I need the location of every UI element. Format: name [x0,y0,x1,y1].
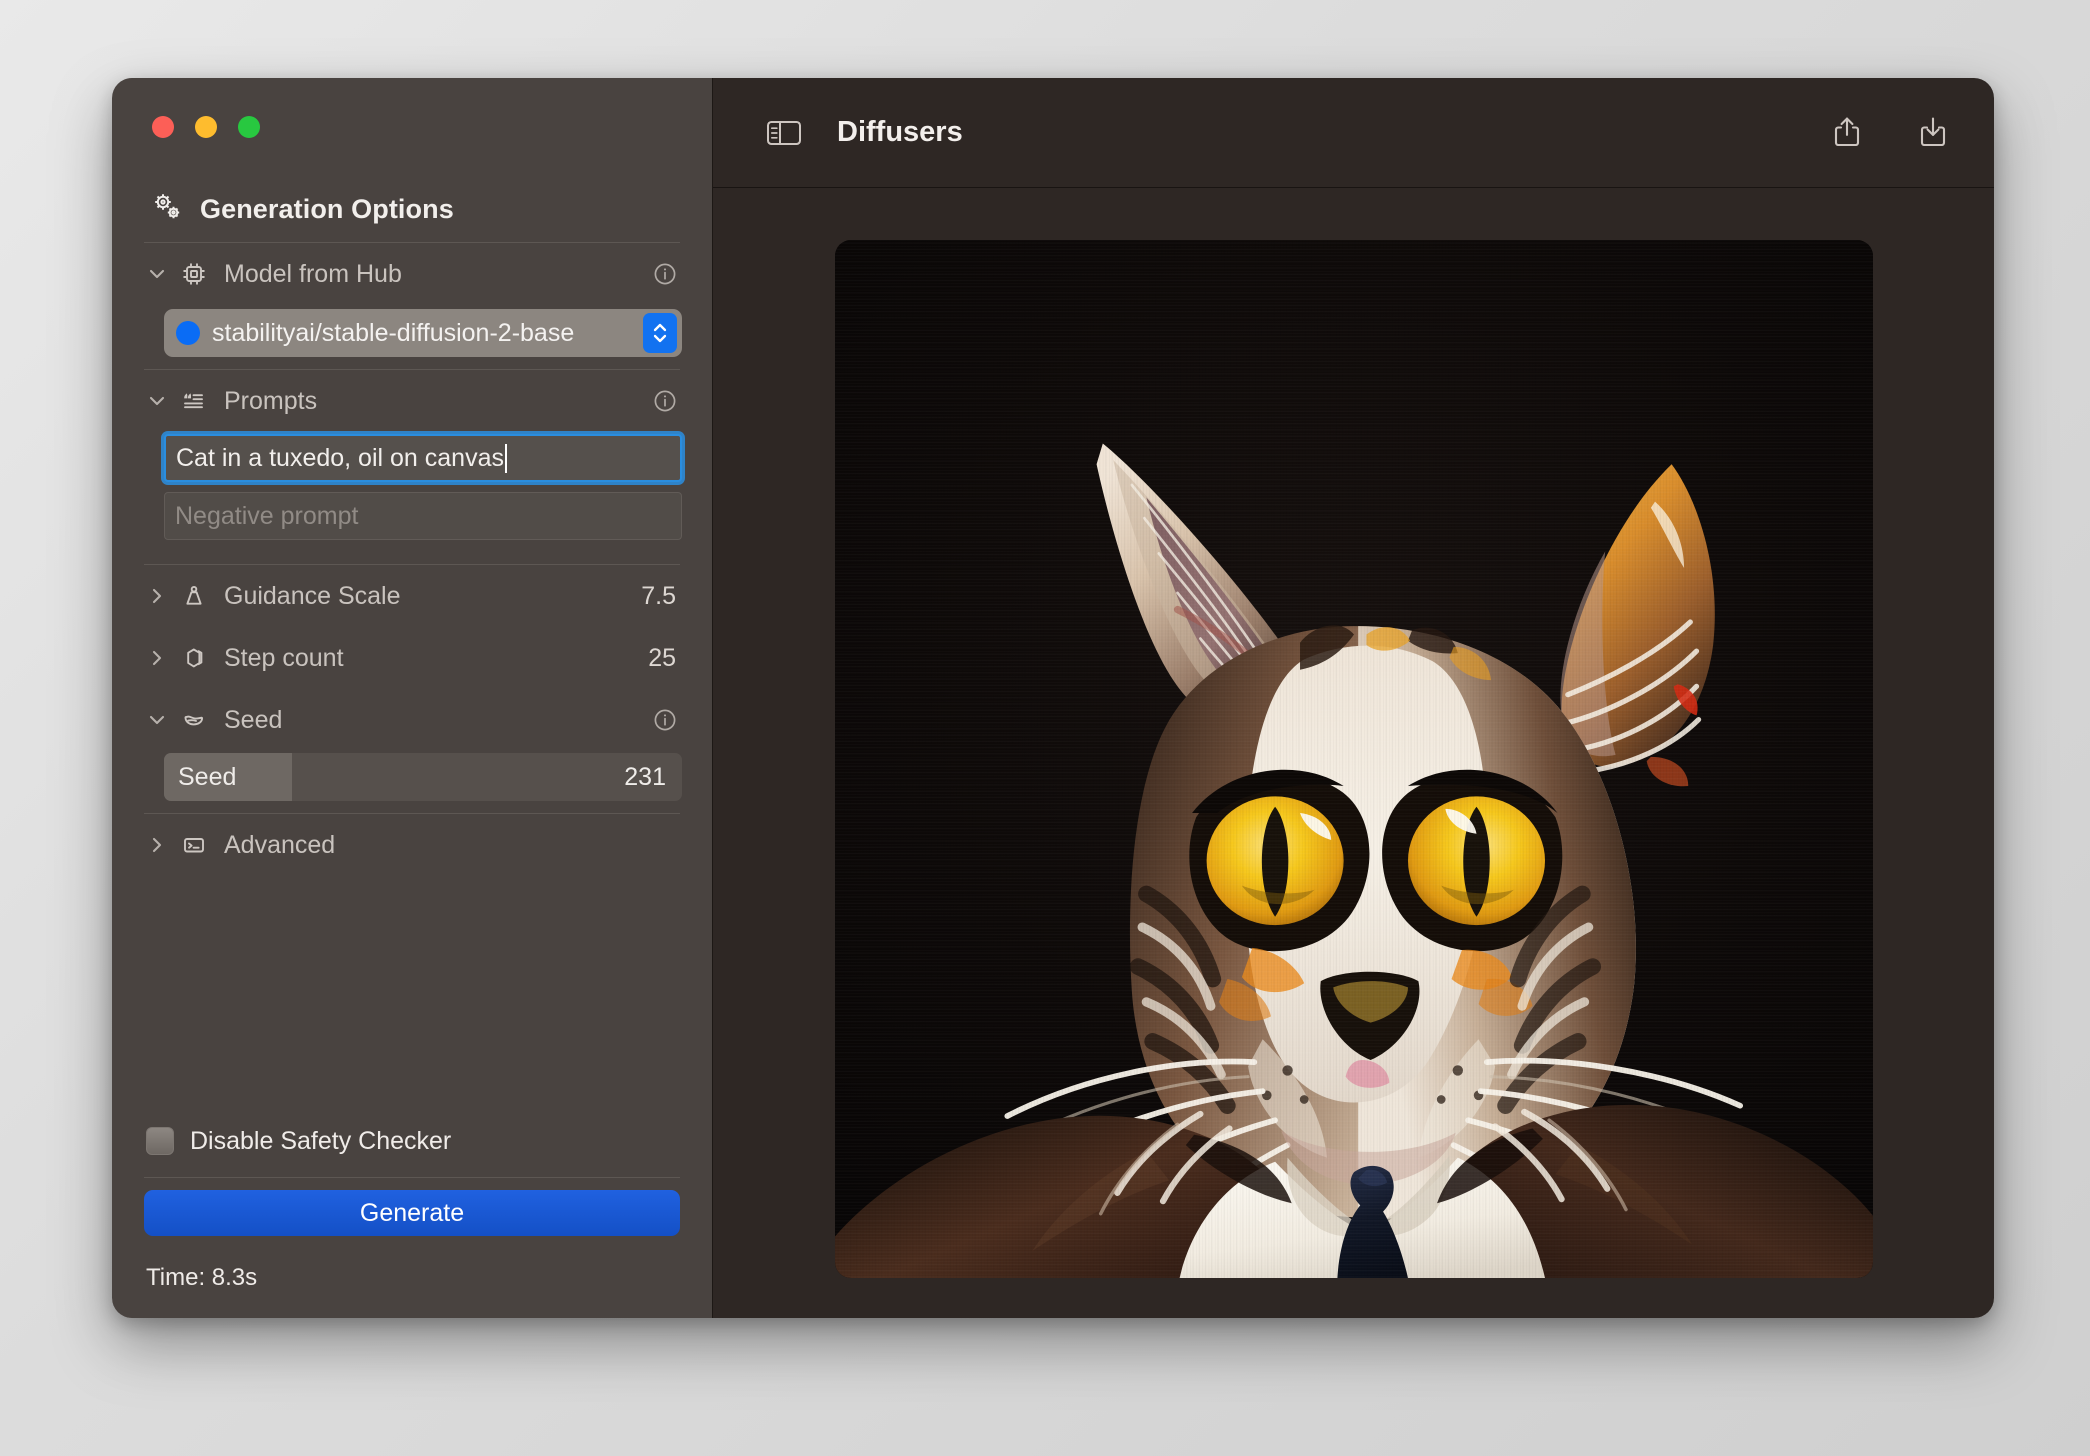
generated-image[interactable] [835,240,1873,1278]
model-status-dot [176,321,200,345]
terminal-icon [180,831,224,859]
section-label-prompts: Prompts [224,387,652,416]
negative-prompt-input[interactable]: Negative prompt [164,492,682,540]
generate-button[interactable]: Generate [144,1190,680,1236]
zoom-button[interactable] [238,116,260,138]
steps-value: 25 [648,644,682,673]
seed-field-value: 231 [292,763,682,792]
model-picker[interactable]: stabilityai/stable-diffusion-2-base [164,309,682,357]
page-title-label: Generation Options [200,194,454,225]
section-label-seed: Seed [224,706,652,735]
section-label-model: Model from Hub [224,260,652,289]
gears-icon [150,190,184,229]
section-label-steps: Step count [224,644,648,673]
layers-icon [180,644,224,672]
model-picker-value: stabilityai/stable-diffusion-2-base [212,319,631,348]
section-header-prompts[interactable]: Prompts [142,370,682,432]
weight-icon [180,582,224,610]
app-title: Diffusers [837,116,963,149]
quote-icon [180,387,224,415]
section-header-seed[interactable]: Seed [142,689,682,751]
prompt-input-value: Cat in a tuxedo, oil on canvas [176,444,504,473]
traffic-lights [142,78,682,162]
seed-field-wrap: Seed 231 [142,751,682,805]
chevron-right-icon[interactable] [146,834,180,856]
guidance-value: 7.5 [641,582,682,611]
seed-field-label: Seed [164,753,292,801]
section-label-advanced: Advanced [224,831,682,860]
chevron-right-icon[interactable] [146,647,180,669]
sidebar-bottom-pad [142,1292,682,1318]
disable-safety-label: Disable Safety Checker [190,1127,451,1156]
info-icon-prompts[interactable] [652,388,682,414]
section-header-guidance[interactable]: Guidance Scale 7.5 [142,565,682,627]
text-caret [505,444,507,473]
disable-safety-checkbox[interactable] [146,1127,174,1155]
chevron-right-icon[interactable] [146,585,180,607]
divider [144,1177,680,1178]
section-header-model[interactable]: Model from Hub [142,243,682,305]
model-picker-wrap: stabilityai/stable-diffusion-2-base [142,305,682,361]
sidebar-spacer [142,876,682,1113]
main-panel: Diffusers [712,78,1994,1318]
prompt-fields: Cat in a tuxedo, oil on canvas Negative … [142,432,682,556]
sidebar-toggle-icon[interactable] [765,117,803,149]
chevron-down-icon[interactable] [146,390,180,412]
prompt-input[interactable]: Cat in a tuxedo, oil on canvas [164,434,682,482]
close-button[interactable] [152,116,174,138]
cpu-icon [180,260,224,288]
info-icon-seed[interactable] [652,707,682,733]
image-canvas [713,188,1994,1318]
chevron-down-icon[interactable] [146,709,180,731]
app-window: Generation Options Model from Hub [112,78,1994,1318]
section-header-steps[interactable]: Step count 25 [142,627,682,689]
seed-input[interactable]: Seed 231 [164,753,682,801]
leaf-icon [180,706,224,734]
toolbar: Diffusers [713,78,1994,188]
share-icon[interactable] [1830,114,1864,152]
sidebar: Generation Options Model from Hub [112,78,712,1318]
chevron-up-down-icon[interactable] [643,313,677,353]
section-label-guidance: Guidance Scale [224,582,641,611]
status-time: Time: 8.3s [142,1236,682,1292]
negative-prompt-placeholder: Negative prompt [175,502,358,531]
page-title: Generation Options [142,162,682,234]
safety-checker-row[interactable]: Disable Safety Checker [142,1113,682,1169]
minimize-button[interactable] [195,116,217,138]
download-icon[interactable] [1916,114,1950,152]
info-icon-model[interactable] [652,261,682,287]
chevron-down-icon[interactable] [146,263,180,285]
section-header-advanced[interactable]: Advanced [142,814,682,876]
